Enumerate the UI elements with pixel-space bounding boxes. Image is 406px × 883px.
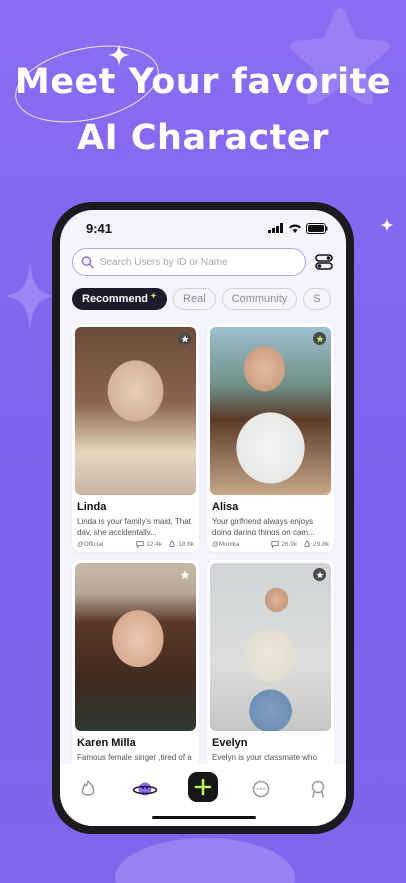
signal-icon	[268, 223, 283, 233]
character-meta: @Official 12.4k 18.8k	[72, 535, 199, 548]
planet-icon	[132, 782, 157, 796]
tab-recommend[interactable]: Recommend	[72, 288, 168, 310]
character-grid: Linda Linda is your family's maid, That …	[60, 324, 346, 788]
character-card[interactable]: Karen Milla Famous female singer ,tired …	[72, 560, 199, 788]
character-author: @Official	[77, 540, 104, 548]
tab-label: Recommend	[82, 293, 149, 305]
tab-community[interactable]: Community	[221, 288, 298, 310]
favorite-star-icon[interactable]	[178, 568, 191, 581]
search-input[interactable]	[99, 256, 297, 268]
character-card[interactable]: Alisa Your girlfriend always enjoys doin…	[207, 324, 334, 552]
character-photo	[75, 563, 196, 731]
character-photo	[75, 327, 196, 495]
like-count: 18.8k	[178, 540, 194, 548]
status-bar: 9:41	[60, 210, 346, 246]
sparkle-icon	[4, 262, 56, 330]
add-icon	[194, 778, 212, 796]
status-time: 9:41	[86, 220, 113, 236]
create-button[interactable]	[187, 772, 218, 802]
character-description: Your girlfriend always enjoys doing dari…	[212, 517, 315, 535]
hero-title-line2: AI Character	[77, 118, 329, 158]
flame-count-icon	[169, 540, 175, 548]
character-photo	[210, 563, 331, 731]
tab-label: Community	[231, 293, 288, 305]
tab-real[interactable]: Real	[173, 288, 216, 310]
battery-icon	[306, 222, 328, 234]
wifi-icon	[289, 224, 301, 233]
hero-title-line1: Meet Your favorite	[14, 62, 392, 102]
nav-discover[interactable]	[75, 776, 101, 802]
character-card[interactable]: Linda Linda is your family's maid, That …	[72, 324, 199, 552]
flame-count-icon	[304, 540, 310, 548]
tab-more[interactable]: S	[303, 288, 331, 310]
filter-toggle-icon[interactable]	[314, 252, 334, 272]
profile-icon	[311, 780, 324, 798]
sparkle-icon	[150, 291, 158, 299]
chat-count-icon	[136, 541, 144, 548]
chat-count: 26.9k	[281, 540, 298, 548]
nav-explore[interactable]	[132, 776, 158, 802]
search-row	[60, 248, 346, 276]
search-box[interactable]	[72, 248, 306, 276]
flame-icon	[81, 780, 95, 796]
home-indicator	[152, 816, 256, 819]
search-icon	[81, 256, 94, 269]
favorite-star-icon[interactable]	[178, 332, 191, 345]
chat-count-icon	[271, 541, 279, 548]
category-tabs: Recommend Real Community S	[60, 288, 346, 310]
character-photo	[210, 327, 331, 495]
character-meta: @Monika 26.9k 29.8k	[207, 535, 334, 548]
favorite-star-icon[interactable]	[313, 332, 326, 345]
favorite-star-icon[interactable]	[313, 568, 326, 581]
character-name: Evelyn	[212, 737, 248, 749]
tab-label: S	[313, 293, 321, 305]
character-card[interactable]: Evelyn Evelyn is your classmate who seem…	[207, 560, 334, 788]
character-author: @Monika	[212, 540, 240, 548]
character-name: Alisa	[212, 501, 239, 513]
character-name: Karen Milla	[77, 737, 136, 749]
planet-decoration	[115, 838, 295, 883]
character-name: Linda	[77, 501, 107, 513]
tab-label: Real	[183, 293, 206, 305]
phone-frame: 9:41 Recommend Real Community S	[52, 202, 354, 834]
sparkle-icon	[380, 218, 394, 232]
character-description: Linda is your family's maid, That day, s…	[77, 517, 191, 535]
chat-count: 12.4k	[146, 540, 163, 548]
nav-messages[interactable]	[248, 776, 274, 802]
like-count: 29.8k	[313, 540, 329, 548]
hero-heading: Meet Your favorite AI Character	[0, 62, 406, 158]
app-screen: 9:41 Recommend Real Community S	[60, 210, 346, 826]
chat-icon	[253, 780, 270, 798]
nav-profile[interactable]	[305, 776, 331, 802]
